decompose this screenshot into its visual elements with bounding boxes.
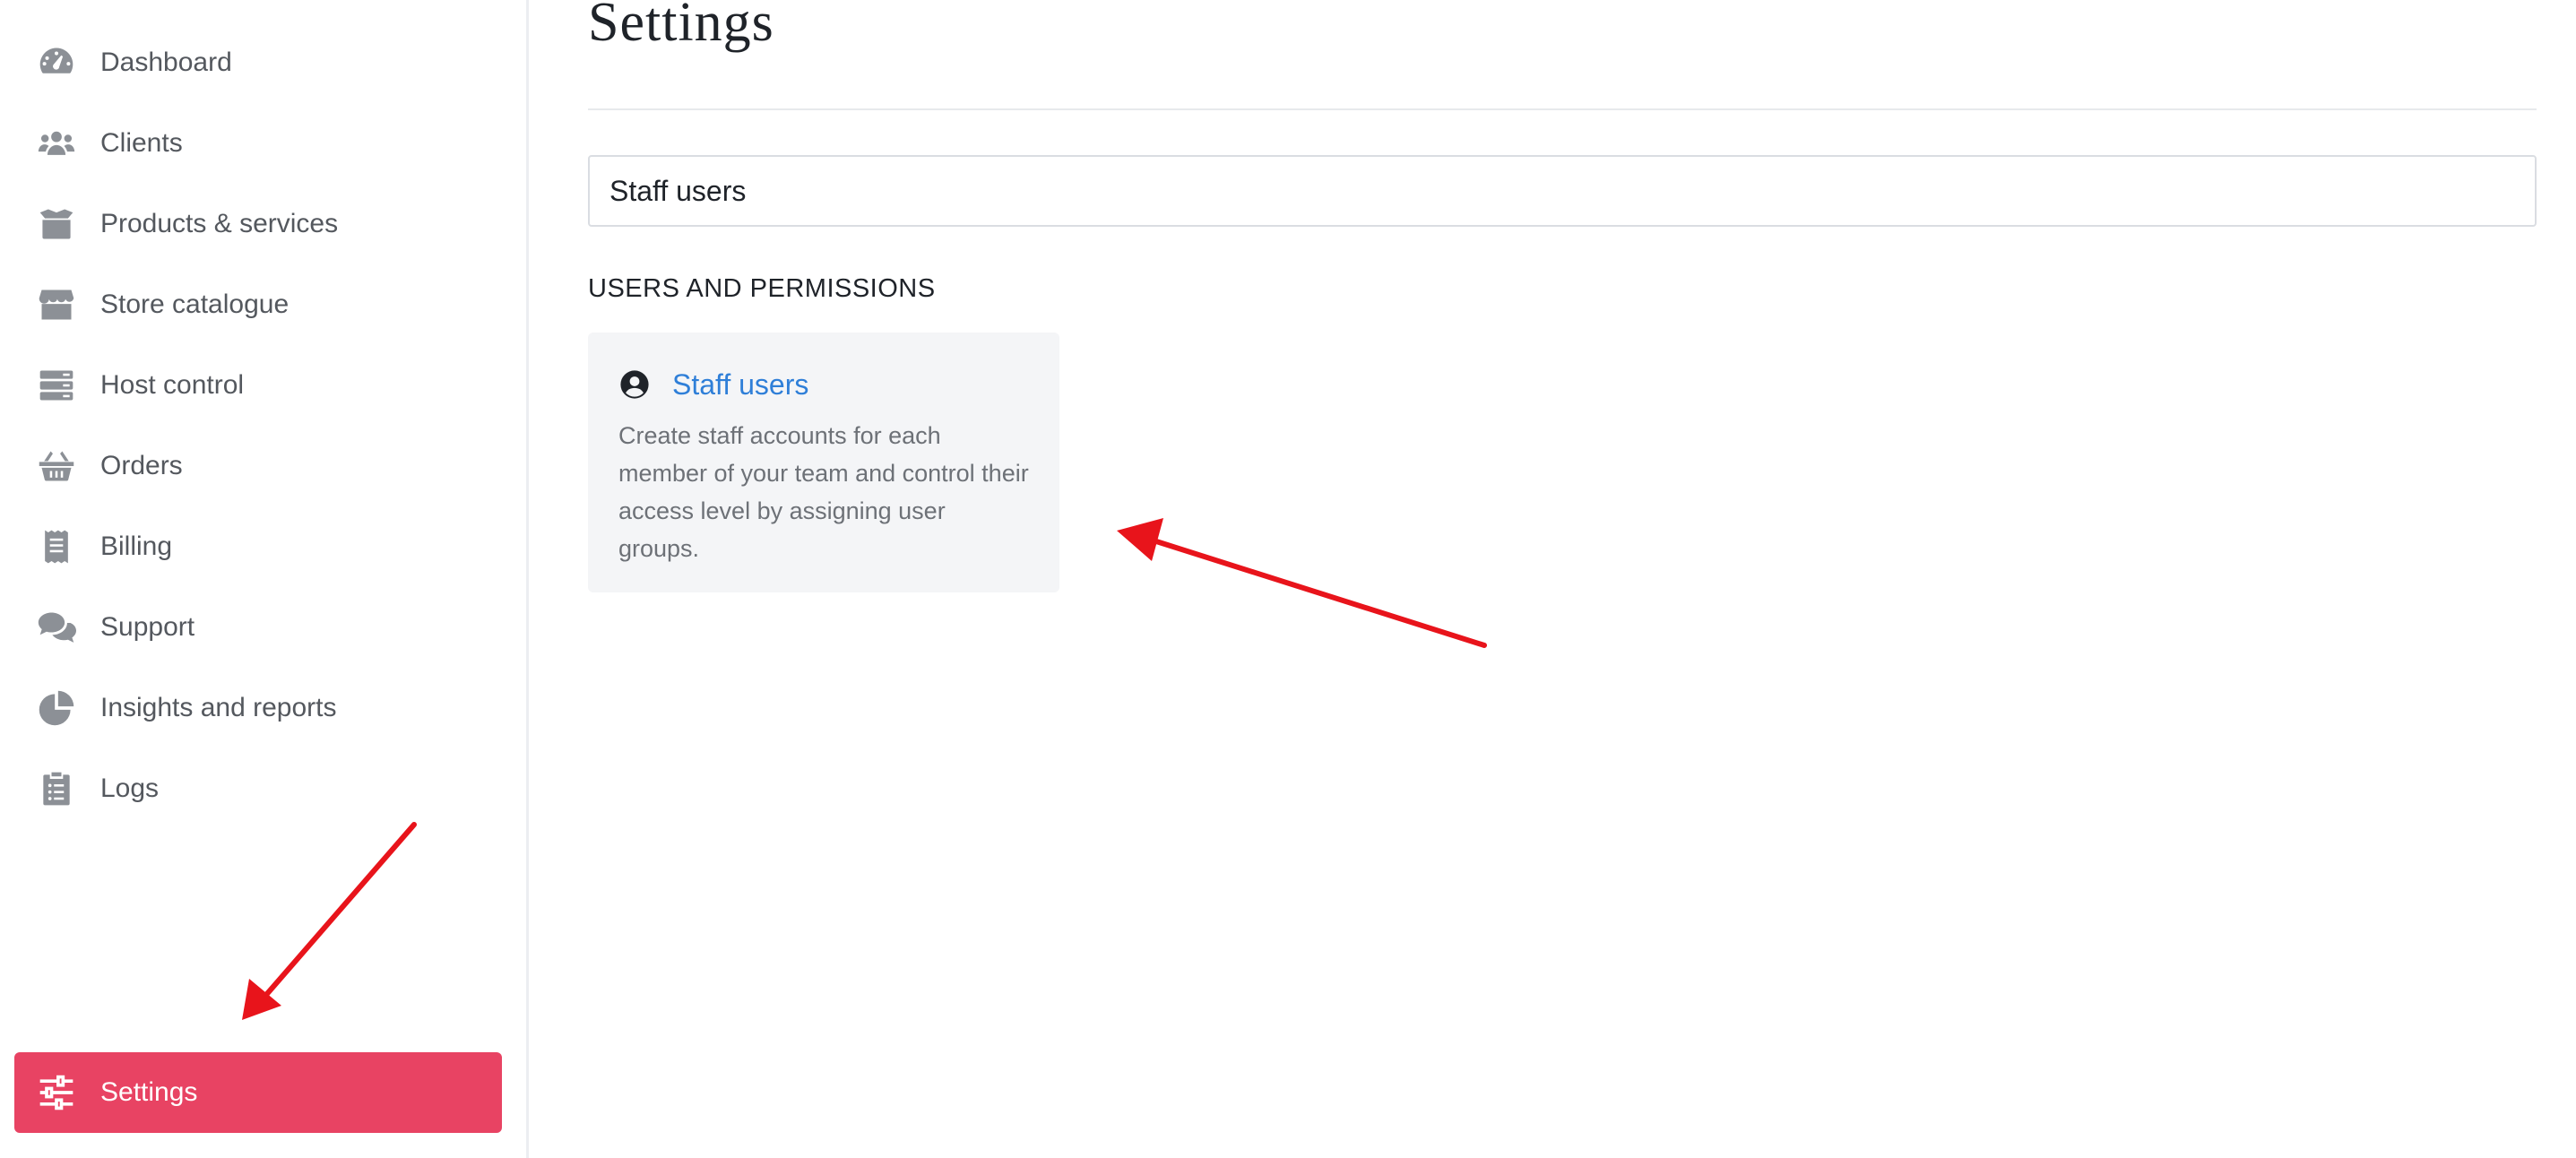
sidebar-item-billing[interactable]: Billing <box>34 520 172 574</box>
sidebar-item-settings[interactable]: Settings <box>14 1052 502 1133</box>
sidebar-item-label: Store catalogue <box>100 290 290 319</box>
card-header: Staff users <box>618 365 1029 404</box>
sidebar-item-label: Logs <box>100 773 160 803</box>
sidebar-item-label: Host control <box>100 370 245 400</box>
clipboard-list-icon <box>34 766 79 811</box>
title-divider <box>588 108 2537 110</box>
sidebar-item-label: Support <box>100 612 195 642</box>
sidebar-item-label: Orders <box>100 451 183 480</box>
search-input[interactable] <box>588 155 2537 227</box>
staff-users-link[interactable]: Staff users <box>672 368 808 402</box>
app-root: Dashboard Clients Products & services St… <box>0 0 2576 1158</box>
card-description: Create staff accounts for each member of… <box>618 422 1029 562</box>
sidebar-item-orders[interactable]: Orders <box>34 439 183 493</box>
sidebar-item-clients[interactable]: Clients <box>34 117 183 170</box>
sidebar-item-dashboard[interactable]: Dashboard <box>34 36 232 90</box>
receipt-icon <box>34 524 79 569</box>
dashboard-gauge-icon <box>34 40 79 85</box>
sidebar-item-support[interactable]: Support <box>34 601 194 654</box>
main-content: Settings USERS AND PERMISSIONS Staff use… <box>529 0 2576 1158</box>
staff-users-card[interactable]: Staff users Create staff accounts for ea… <box>588 333 1059 592</box>
page-title: Settings <box>588 0 774 53</box>
sidebar-item-products-services[interactable]: Products & services <box>34 197 338 251</box>
sliders-icon <box>34 1070 79 1115</box>
sidebar-item-label: Clients <box>100 128 183 158</box>
users-icon <box>34 121 79 166</box>
sidebar-item-logs[interactable]: Logs <box>34 762 159 816</box>
comments-icon <box>34 605 79 650</box>
sidebar-item-label: Dashboard <box>100 48 232 77</box>
sidebar-item-label: Settings <box>100 1077 198 1107</box>
server-icon <box>34 363 79 408</box>
pie-chart-icon <box>34 686 79 730</box>
sidebar-item-store-catalogue[interactable]: Store catalogue <box>34 278 289 332</box>
sidebar-item-label: Insights and reports <box>100 693 337 722</box>
sidebar-item-label: Products & services <box>100 209 339 238</box>
sidebar: Dashboard Clients Products & services St… <box>0 0 529 1158</box>
box-icon <box>34 202 79 246</box>
basket-icon <box>34 444 79 488</box>
store-icon <box>34 282 79 327</box>
user-circle-icon <box>618 368 651 401</box>
section-heading: USERS AND PERMISSIONS <box>588 274 936 303</box>
sidebar-item-host-control[interactable]: Host control <box>34 359 244 412</box>
sidebar-item-insights-reports[interactable]: Insights and reports <box>34 681 336 735</box>
sidebar-item-label: Billing <box>100 531 173 561</box>
